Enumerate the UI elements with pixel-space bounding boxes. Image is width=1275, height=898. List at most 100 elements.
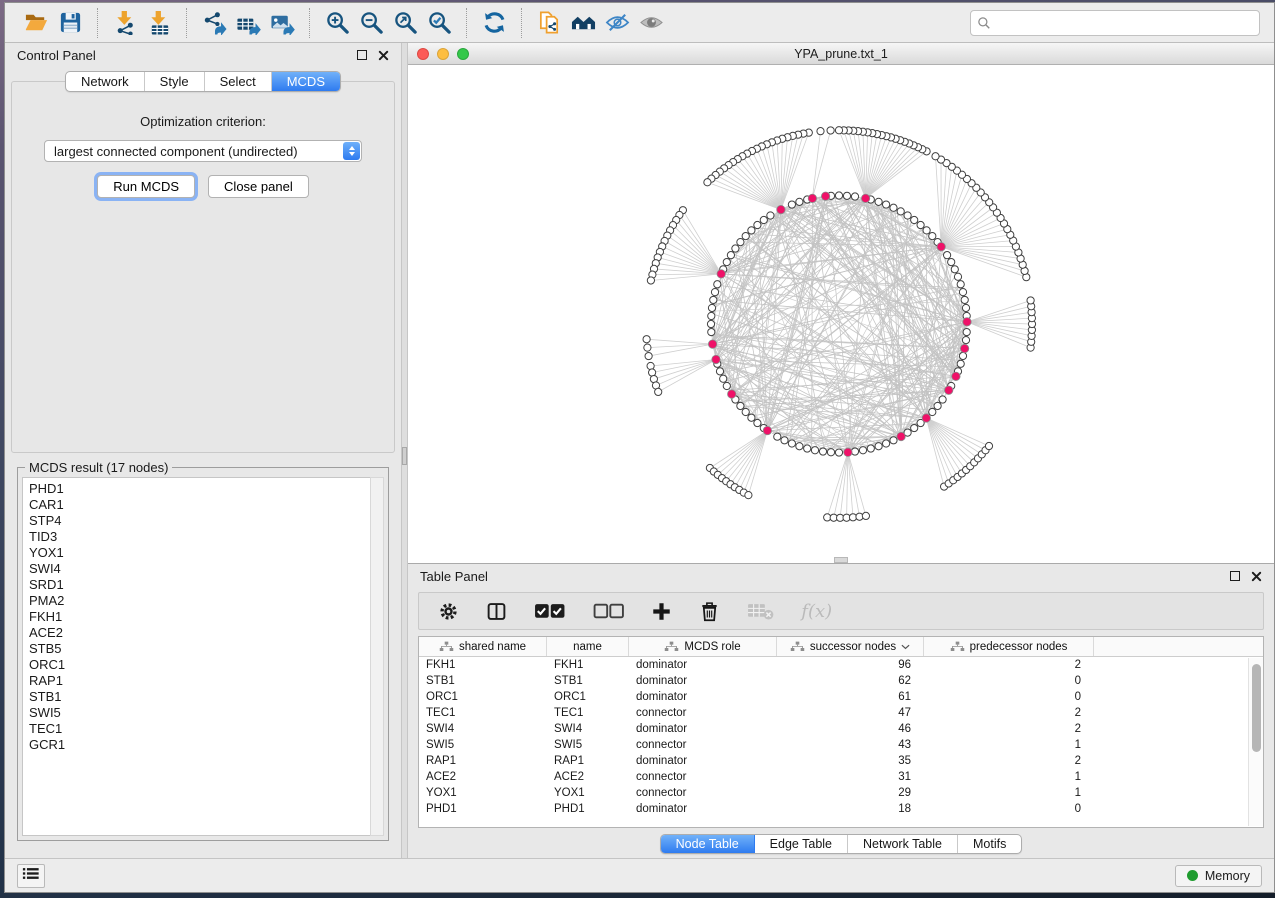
cell-successor-nodes[interactable]: 47	[777, 707, 924, 719]
cell-mcds-role[interactable]: dominator	[629, 723, 777, 735]
network-node[interactable]	[720, 375, 727, 382]
network-node[interactable]	[714, 281, 721, 288]
network-node[interactable]	[727, 252, 734, 259]
network-node[interactable]	[754, 221, 761, 228]
mcds-hub-node[interactable]	[963, 318, 971, 326]
network-node[interactable]	[954, 273, 961, 280]
tab-style[interactable]: Style	[145, 72, 205, 91]
tab-edge-table[interactable]: Edge Table	[755, 835, 848, 853]
mcds-result-node[interactable]: GCR1	[29, 737, 365, 753]
network-node[interactable]	[851, 193, 858, 200]
table-row[interactable]: RAP1RAP1dominator352	[419, 753, 1263, 769]
search-input[interactable]	[970, 10, 1260, 36]
open-session-icon[interactable]	[19, 7, 53, 39]
network-node[interactable]	[963, 328, 970, 335]
network-node[interactable]	[655, 388, 662, 395]
cell-successor-nodes[interactable]: 96	[777, 659, 924, 671]
save-session-icon[interactable]	[53, 7, 87, 39]
cell-name[interactable]: RAP1	[547, 755, 629, 767]
cell-successor-nodes[interactable]: 35	[777, 755, 924, 767]
mcds-result-node[interactable]: TEC1	[29, 721, 365, 737]
network-node[interactable]	[760, 216, 767, 223]
network-node[interactable]	[811, 447, 818, 454]
export-image-icon[interactable]	[265, 7, 299, 39]
network-node[interactable]	[742, 408, 749, 415]
cell-shared-name[interactable]: PHD1	[419, 803, 547, 815]
cell-mcds-role[interactable]: dominator	[629, 675, 777, 687]
cell-predecessor-nodes[interactable]: 1	[924, 739, 1094, 751]
table-scrollbar[interactable]	[1248, 658, 1263, 826]
cell-name[interactable]: STB1	[547, 675, 629, 687]
network-node[interactable]	[748, 414, 755, 421]
network-node[interactable]	[707, 320, 714, 327]
cell-name[interactable]: SWI5	[547, 739, 629, 751]
cell-successor-nodes[interactable]: 46	[777, 723, 924, 735]
mcds-hub-node[interactable]	[728, 390, 736, 398]
cell-successor-nodes[interactable]: 18	[777, 803, 924, 815]
cell-shared-name[interactable]: SWI4	[419, 723, 547, 735]
cell-mcds-role[interactable]: dominator	[629, 691, 777, 703]
network-node[interactable]	[710, 296, 717, 303]
cell-predecessor-nodes[interactable]: 0	[924, 803, 1094, 815]
mcds-result-node[interactable]: YOX1	[29, 545, 365, 561]
task-history-button[interactable]	[17, 864, 45, 888]
copy-icon[interactable]	[532, 7, 566, 39]
network-node[interactable]	[944, 252, 951, 259]
cell-name[interactable]: ACE2	[547, 771, 629, 783]
mcds-result-node[interactable]: ACE2	[29, 625, 365, 641]
cell-predecessor-nodes[interactable]: 2	[924, 755, 1094, 767]
network-node[interactable]	[704, 179, 711, 186]
table-settings-icon[interactable]	[438, 601, 459, 622]
mcds-result-node[interactable]: PHD1	[29, 481, 365, 497]
network-node[interactable]	[951, 266, 958, 273]
network-canvas[interactable]	[408, 65, 1274, 563]
mcds-result-node[interactable]: CAR1	[29, 497, 365, 513]
table-row[interactable]: ORC1ORC1dominator610	[419, 689, 1263, 705]
mcds-result-node[interactable]: STP4	[29, 513, 365, 529]
cell-name[interactable]: PHD1	[547, 803, 629, 815]
network-node[interactable]	[890, 437, 897, 444]
network-node[interactable]	[985, 442, 992, 449]
table-row[interactable]: TEC1TEC1connector472	[419, 705, 1263, 721]
mcds-hub-node[interactable]	[922, 414, 930, 422]
close-panel-icon[interactable]	[378, 50, 389, 61]
cell-mcds-role[interactable]: connector	[629, 739, 777, 751]
close-panel-button[interactable]: Close panel	[208, 175, 309, 198]
network-node[interactable]	[929, 408, 936, 415]
column-header-successor-nodes[interactable]: successor nodes	[777, 637, 924, 656]
network-node[interactable]	[883, 201, 890, 208]
vertical-splitter[interactable]	[401, 43, 408, 858]
network-node[interactable]	[643, 336, 650, 343]
mcds-hub-node[interactable]	[945, 386, 953, 394]
cell-shared-name[interactable]: ACE2	[419, 771, 547, 783]
column-header-predecessor-nodes[interactable]: predecessor nodes	[924, 637, 1094, 656]
network-node[interactable]	[859, 447, 866, 454]
network-node[interactable]	[875, 443, 882, 450]
network-node[interactable]	[890, 204, 897, 211]
zoom-selected-icon[interactable]	[422, 7, 456, 39]
mcds-result-node[interactable]: SWI5	[29, 705, 365, 721]
mcds-hub-node[interactable]	[937, 243, 945, 251]
network-node[interactable]	[737, 402, 744, 409]
network-node[interactable]	[645, 352, 652, 359]
cell-mcds-role[interactable]: dominator	[629, 659, 777, 671]
cell-successor-nodes[interactable]: 43	[777, 739, 924, 751]
table-scrollbar-thumb[interactable]	[1252, 664, 1261, 752]
mcds-hub-node[interactable]	[897, 432, 905, 440]
import-table-icon[interactable]	[142, 7, 176, 39]
zoom-fit-icon[interactable]	[388, 7, 422, 39]
float-panel-icon[interactable]	[357, 50, 367, 60]
cell-predecessor-nodes[interactable]: 2	[924, 659, 1094, 671]
cell-mcds-role[interactable]: connector	[629, 787, 777, 799]
mcds-hub-node[interactable]	[717, 270, 725, 278]
cell-name[interactable]: FKH1	[547, 659, 629, 671]
hide-selected-icon[interactable]	[600, 7, 634, 39]
show-all-icon[interactable]	[634, 7, 668, 39]
network-node[interactable]	[732, 245, 739, 252]
network-frame-titlebar[interactable]: YPA_prune.txt_1	[408, 43, 1274, 65]
network-node[interactable]	[817, 128, 824, 135]
network-node[interactable]	[883, 440, 890, 447]
table-row[interactable]: YOX1YOX1connector291	[419, 785, 1263, 801]
network-node[interactable]	[835, 449, 842, 456]
tab-network[interactable]: Network	[66, 72, 145, 91]
